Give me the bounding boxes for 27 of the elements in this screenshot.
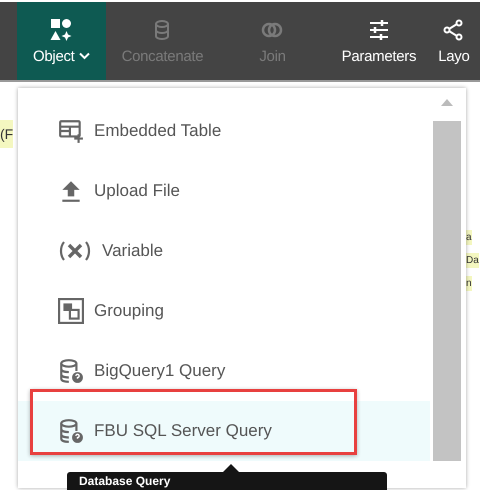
background-text: n [466,276,472,291]
background-text: (F [0,120,14,148]
toolbar-button[interactable]: Parameters [326,2,432,80]
menu-item[interactable]: Upload File [18,161,430,221]
toolbar-button[interactable]: Layo [432,2,476,80]
menu-item[interactable]: BigQuery1 Query [18,341,430,401]
database-question-icon [58,418,84,444]
menu-item[interactable]: Embedded Table [18,101,430,161]
menu-item-label: FBU SQL Server Query [94,421,272,441]
background-text: a [466,230,472,245]
menu-item-label: Grouping [94,301,164,321]
toolbar-button[interactable]: Object [17,2,106,80]
scroll-up-icon[interactable] [440,98,454,107]
grouping-icon [58,298,84,324]
menu-item[interactable]: Variable [18,221,430,281]
tooltip-text: Database Query [79,474,172,488]
menu-item-label: Upload File [94,181,180,201]
shapes-icon [49,18,74,42]
menu-item[interactable]: Grouping [18,281,430,341]
table-plus-icon [58,118,84,144]
database-question-icon [58,358,84,384]
menu-item-label: Variable [102,241,164,261]
menu-item-label: Embedded Table [94,121,222,141]
scrollbar-thumb[interactable] [433,121,461,461]
menu-item-label: BigQuery1 Query [94,361,226,381]
menu-item[interactable]: FBU SQL Server Query [18,401,430,461]
background-text: Da [466,253,479,268]
